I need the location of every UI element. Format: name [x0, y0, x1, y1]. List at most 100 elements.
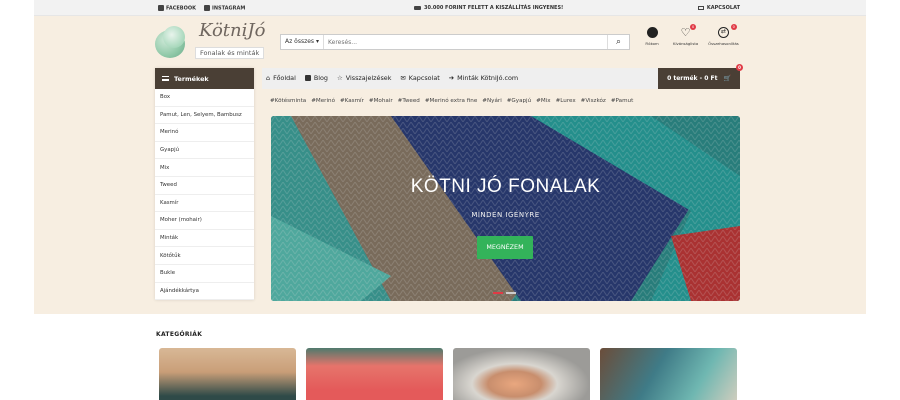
- social-links: FACEBOOK INSTAGRAM: [158, 5, 245, 12]
- yarn-logo-highlight: [163, 26, 185, 48]
- envelope-icon: [697, 6, 704, 10]
- nav-item-label: Főoldal: [273, 74, 296, 82]
- tag-link[interactable]: #Lurex: [556, 98, 576, 104]
- nav-item-label: Minták KötniJó.com: [457, 74, 519, 82]
- wishlist-button[interactable]: ♡ 0 Kívánságlista: [673, 24, 699, 46]
- sidebar-item-merino[interactable]: Merinó: [155, 124, 254, 142]
- sidebar-item-cashmere[interactable]: Kasmír: [155, 195, 254, 213]
- top-bar: FACEBOOK INSTAGRAM 30.000 FORINT FELETT …: [34, 0, 866, 16]
- compare-label: Összehasonlítás: [708, 41, 739, 46]
- cart-badge: 0: [736, 64, 743, 71]
- sidebar-item-boucle[interactable]: Bukle: [155, 265, 254, 283]
- truck-icon: [414, 6, 421, 10]
- search-icon: ⌕: [615, 37, 622, 47]
- main-navigation: ⌂ Főoldal Blog ☆ Visszajelzések ✉ Kapcsolat…: [262, 64, 743, 89]
- search-input[interactable]: [324, 35, 607, 49]
- knitted-yarn-image: [271, 116, 740, 301]
- compare-icon: ⇄: [717, 27, 729, 38]
- nav-item-label: Blog: [313, 74, 328, 82]
- instagram-link[interactable]: INSTAGRAM: [203, 5, 246, 12]
- logo-subtitle: Fonalak és minták: [195, 47, 265, 59]
- nav-item-contact[interactable]: ✉ Kapcsolat: [400, 74, 439, 82]
- cart-icon: 🛒: [723, 75, 731, 82]
- shipping-text: 30.000 FORINT FELETT A KISZÁLLÍTÁS INGYE…: [424, 5, 564, 11]
- instagram-label: INSTAGRAM: [211, 5, 246, 12]
- sidebar-item-tweed[interactable]: Tweed: [155, 177, 254, 195]
- sidebar-item-wool[interactable]: Gyapjú: [155, 142, 254, 160]
- header-icons: Fiókom ♡ 0 Kívánságlista ⇄ 0 Összehasonl…: [641, 24, 739, 46]
- blog-icon: [304, 75, 311, 81]
- wishlist-label: Kívánságlista: [673, 41, 699, 46]
- hero-title: KÖTNI JÓ FONALAK: [410, 176, 601, 197]
- categories-heading: KATEGÓRIÁK: [156, 331, 203, 338]
- tag-link[interactable]: #Gyapjú: [507, 98, 531, 104]
- menu-icon: [162, 76, 169, 81]
- account-icon: [646, 27, 658, 38]
- nav-items: ⌂ Főoldal Blog ☆ Visszajelzések ✉ Kapcsolat…: [266, 74, 518, 82]
- tag-link[interactable]: #Merinó extra fine: [425, 98, 477, 104]
- tag-list: #Kötésminta #Merinó #Kasmír #Mohair #Twe…: [270, 98, 633, 104]
- account-label: Fiókom: [645, 41, 659, 46]
- tag-link[interactable]: #Merinó: [311, 98, 335, 104]
- tag-link[interactable]: #Kötésminta: [270, 98, 306, 104]
- category-card[interactable]: [159, 348, 296, 400]
- cart-button[interactable]: 0 termék - 0 Ft 🛒 0: [658, 64, 743, 89]
- sidebar-item-cotton[interactable]: Pamut, Len, Selyem, Bambusz: [155, 107, 254, 125]
- tag-link[interactable]: #Mohair: [369, 98, 393, 104]
- wishlist-badge: 0: [690, 24, 697, 30]
- tag-link[interactable]: #Viszkóz: [581, 98, 606, 104]
- hero-subtitle: MINDEN IGÉNYRE: [471, 211, 540, 219]
- nav-item-label: Kapcsolat: [408, 74, 440, 82]
- compare-badge: 0: [730, 24, 737, 30]
- sidebar-item-patterns[interactable]: Minták: [155, 230, 254, 248]
- cart-summary: 0 termék - 0 Ft: [667, 75, 718, 82]
- category-card[interactable]: [453, 348, 590, 400]
- search-category-select[interactable]: Az összes ▾: [281, 35, 324, 49]
- category-card[interactable]: [306, 348, 443, 400]
- slider-dot[interactable]: [506, 292, 516, 294]
- facebook-label: FACEBOOK: [166, 5, 196, 12]
- account-button[interactable]: Fiókom: [641, 27, 663, 46]
- facebook-icon: [158, 5, 164, 11]
- arrow-right-circle-icon: ➔: [448, 74, 455, 82]
- sidebar-item-giftcard[interactable]: Ajándékkártya: [155, 283, 254, 301]
- heart-icon: ♡: [680, 26, 691, 39]
- home-icon: ⌂: [266, 74, 271, 82]
- hero-cta-button[interactable]: MEGNÉZEM: [477, 236, 533, 259]
- slider-dot[interactable]: [493, 292, 503, 294]
- category-cards: [159, 348, 737, 400]
- nav-item-label: Visszajelzések: [345, 74, 392, 82]
- contact-link[interactable]: KAPCSOLAT: [697, 5, 740, 11]
- sidebar-title: Termékek: [174, 74, 209, 83]
- hero-banner: KÖTNI JÓ FONALAK MINDEN IGÉNYRE MEGNÉZEM: [271, 116, 740, 301]
- facebook-link[interactable]: FACEBOOK: [158, 5, 196, 12]
- tag-link[interactable]: #Kasmír: [340, 98, 364, 104]
- nav-item-feedback[interactable]: ☆ Visszajelzések: [337, 74, 391, 82]
- slider-dots: [493, 292, 516, 294]
- sidebar-item-mohair[interactable]: Moher (mohair): [155, 212, 254, 230]
- nav-item-blog[interactable]: Blog: [304, 74, 328, 82]
- tag-link[interactable]: #Pamut: [611, 98, 633, 104]
- category-card[interactable]: [600, 348, 737, 400]
- tag-link[interactable]: #Nyári: [482, 98, 501, 104]
- tag-link[interactable]: #Mix: [536, 98, 550, 104]
- search-bar: Az összes ▾ ⌕: [280, 34, 630, 50]
- shipping-notice: 30.000 FORINT FELETT A KISZÁLLÍTÁS INGYE…: [414, 5, 563, 11]
- nav-item-home[interactable]: ⌂ Főoldal: [266, 74, 296, 82]
- nav-item-patterns[interactable]: ➔ Minták KötniJó.com: [449, 74, 518, 82]
- sidebar-item-mix[interactable]: Mix: [155, 159, 254, 177]
- product-category-sidebar: Termékek Box Pamut, Len, Selyem, Bambusz…: [155, 68, 254, 301]
- star-icon: ☆: [337, 74, 343, 82]
- logo-title: KötniJó: [199, 20, 266, 41]
- compare-button[interactable]: ⇄ 0 Összehasonlítás: [708, 24, 739, 46]
- contact-label: KAPCSOLAT: [706, 5, 740, 11]
- chevron-down-icon: ▾: [315, 38, 319, 45]
- tag-link[interactable]: #Tweed: [398, 98, 420, 104]
- sidebar-header[interactable]: Termékek: [155, 68, 254, 89]
- sidebar-list: Box Pamut, Len, Selyem, Bambusz Merinó G…: [155, 89, 254, 301]
- site-logo[interactable]: KötniJó Fonalak és minták: [155, 20, 265, 64]
- sidebar-item-needles[interactable]: Kötőtűk: [155, 247, 254, 265]
- search-button[interactable]: ⌕: [607, 35, 629, 49]
- sidebar-item-box[interactable]: Box: [155, 89, 254, 107]
- instagram-icon: [203, 5, 210, 11]
